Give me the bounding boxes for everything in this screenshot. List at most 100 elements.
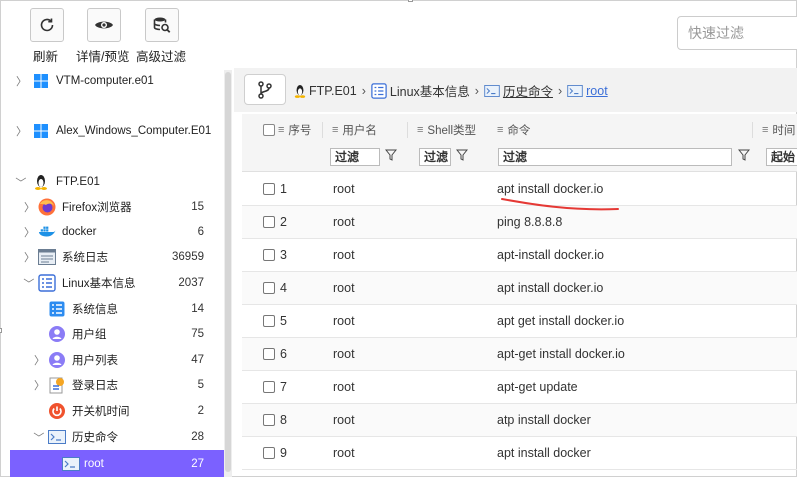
tree-node-count: 6 [197,225,204,238]
breadcrumb-separator: › [474,83,479,98]
filter-funnel-icon[interactable] [385,149,397,161]
tree-node-alex-computer[interactable]: 〉 Alex_Windows_Computer.E01 [10,118,224,143]
row-seq: 6 [280,347,287,361]
row-checkbox[interactable] [263,447,275,459]
row-command: apt-install docker.io [497,248,605,262]
row-checkbox[interactable] [263,315,275,327]
table-row[interactable]: 4 root apt install docker.io [242,272,797,305]
breadcrumb-item-history[interactable]: 历史命令 [503,81,553,100]
column-header-label: 时间 [772,125,796,137]
tree-node-root[interactable]: root 27 [10,450,224,477]
row-checkbox[interactable] [263,282,275,294]
column-header-label: Shell类型 [427,125,476,137]
advanced-filter-button[interactable] [145,8,179,42]
tree-node-linux-info[interactable]: 〉 Linux基本信息 2037 [10,270,224,295]
list-icon [371,82,387,99]
username-filter-input[interactable]: 过滤 [330,148,380,166]
row-user: root [333,413,355,427]
tree-node-label: Firefox浏览器 [62,201,132,214]
column-divider[interactable] [752,122,753,138]
row-user: root [333,281,355,295]
row-checkbox[interactable] [263,348,275,360]
filter-funnel-icon[interactable] [456,149,468,161]
tree-node-history-commands[interactable]: 〉 历史命令 28 [10,424,224,449]
windows-icon [32,72,50,90]
row-checkbox[interactable] [263,249,275,261]
firefox-icon [38,198,56,216]
tree-node-count: 2037 [178,276,204,289]
column-menu-icon[interactable]: ≡ [497,124,503,136]
time-filter-input[interactable]: 起始 [766,148,797,166]
chevron-down-icon[interactable]: 〉 [21,278,37,289]
shell-type-filter-input[interactable]: 过滤 [419,148,451,166]
tree-node-power-time[interactable]: 开关机时间 2 [10,398,224,423]
table-row[interactable]: 8 root atp install docker [242,404,797,437]
table-row[interactable]: 6 root apt-get install docker.io [242,338,797,371]
row-seq: 5 [280,314,287,328]
terminal-icon [62,455,80,473]
tree-node-user-group[interactable]: 用户组 75 [10,321,224,346]
column-header-seq[interactable]: ≡ 序号 [278,122,311,138]
select-all-checkbox[interactable] [263,124,275,136]
column-menu-icon[interactable]: ≡ [417,124,423,136]
tree-node-ftp[interactable]: 〉 FTP.E01 [10,169,224,194]
resize-handle-left[interactable] [0,328,2,333]
breadcrumb-item-root[interactable]: root [586,84,608,98]
table-header: ≡ 序号 ≡ 用户名 ≡ Shell类型 ≡ 命令 ≡ 时间 过滤 过滤 过滤 起始 [242,114,797,172]
quick-filter-input[interactable]: 快速过滤 [677,16,797,50]
row-checkbox[interactable] [263,381,275,393]
refresh-button[interactable] [30,8,64,42]
column-header-label: 用户名 [342,125,377,137]
breadcrumb: FTP.E01 › Linux基本信息 › 历史命令 › root [294,81,608,100]
column-divider[interactable] [322,122,323,138]
tree-scrollbar-thumb[interactable] [225,72,231,472]
tree-node-count: 27 [191,457,204,470]
chevron-right-icon[interactable]: 〉 [16,73,27,89]
row-checkbox[interactable] [263,216,275,228]
tree-node-system-info[interactable]: 系统信息 14 [10,296,224,321]
breadcrumb-item-ftp[interactable]: FTP.E01 [309,84,357,98]
power-icon [48,402,66,420]
red-underline-annotation [501,198,619,211]
details-preview-button[interactable] [87,8,121,42]
row-command: ping 8.8.8.8 [497,215,563,229]
row-checkbox[interactable] [263,183,275,195]
chevron-right-icon[interactable]: 〉 [24,249,35,265]
filter-funnel-icon[interactable] [738,149,750,161]
chevron-right-icon[interactable]: 〉 [24,224,35,240]
column-header-shell-type[interactable]: ≡ Shell类型 [417,122,476,138]
user-list-icon [48,351,66,369]
chevron-down-icon[interactable]: 〉 [31,432,47,443]
column-menu-icon[interactable]: ≡ [332,124,338,136]
column-divider[interactable] [407,122,408,138]
column-header-command[interactable]: ≡ 命令 [497,122,530,138]
tree-node-user-list[interactable]: 〉 用户列表 47 [10,347,224,372]
breadcrumb-separator: › [361,83,366,98]
breadcrumb-item-linux-info[interactable]: Linux基本信息 [390,81,470,100]
tree-node-login-log[interactable]: 〉 登录日志 5 [10,372,224,397]
tree-node-firefox[interactable]: 〉 Firefox浏览器 15 [10,194,224,219]
tree-node-count: 2 [197,404,204,417]
column-header-username[interactable]: ≡ 用户名 [332,122,377,138]
column-menu-icon[interactable]: ≡ [762,124,768,136]
tree-node-vtm-computer[interactable]: 〉 VTM-computer.e01 [10,68,224,93]
branch-button[interactable] [244,74,286,105]
row-checkbox[interactable] [263,414,275,426]
chevron-right-icon[interactable]: 〉 [24,199,35,215]
chevron-right-icon[interactable]: 〉 [16,123,27,139]
chevron-right-icon[interactable]: 〉 [34,352,45,368]
table-row[interactable]: 3 root apt-install docker.io [242,239,797,272]
chevron-right-icon[interactable]: 〉 [34,377,45,393]
column-header-time[interactable]: ≡ 时间 [762,122,795,138]
docker-icon [38,223,56,241]
table-row[interactable]: 7 root apt-get update [242,371,797,404]
tree-node-system-log[interactable]: 〉 系统日志 36959 [10,244,224,269]
chevron-down-icon[interactable]: 〉 [13,177,29,188]
tree-node-docker[interactable]: 〉 docker 6 [10,219,224,244]
row-user: root [333,347,355,361]
table-row[interactable]: 5 root apt get install docker.io [242,305,797,338]
command-filter-input[interactable]: 过滤 [498,148,732,166]
table-row[interactable]: 9 root apt install docker [242,437,797,470]
column-menu-icon[interactable]: ≡ [278,124,284,136]
tree-node-label: 系统日志 [62,251,108,264]
